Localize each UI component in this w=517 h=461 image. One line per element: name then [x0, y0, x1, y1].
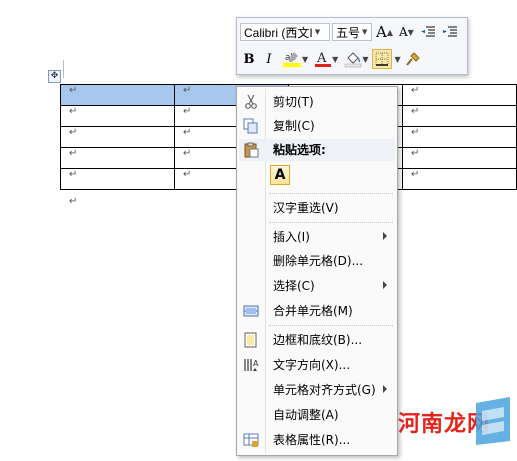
table-cell[interactable]: ↵: [402, 84, 517, 106]
table-cell[interactable]: ↵: [402, 126, 517, 148]
chevron-down-icon: ▼: [362, 54, 369, 64]
chevron-down-icon: ▼: [302, 54, 309, 64]
grow-font-button[interactable]: A ▲: [374, 22, 395, 42]
menu-separator: [269, 325, 393, 326]
chevron-down-icon[interactable]: ▼: [394, 55, 400, 64]
menu-item-reconversion[interactable]: 汉字重选(V): [239, 197, 395, 219]
paragraph-mark: ↵: [69, 196, 78, 207]
submenu-arrow-icon: [383, 281, 387, 289]
chevron-down-icon: ▼: [332, 54, 339, 64]
menu-item-label: 选择(C): [273, 279, 315, 293]
menu-item-merge-cells[interactable]: 合并单元格(M): [239, 300, 395, 322]
paste-keep-text-icon: A: [274, 167, 286, 183]
menu-item-insert[interactable]: 插入(I): [239, 226, 395, 248]
font-name-value: Calibri (西文I: [244, 25, 313, 40]
menu-item-label: 表格属性(R)...: [273, 433, 351, 447]
copy-icon: [243, 118, 259, 134]
table-cell[interactable]: ↵: [402, 147, 517, 169]
shrink-font-button[interactable]: A ▼: [397, 22, 416, 42]
menu-item-copy[interactable]: 复制(C): [239, 115, 395, 137]
menu-item-select[interactable]: 选择(C): [239, 275, 395, 297]
menu-item-text-direction[interactable]: A 文字方向(X)...: [239, 354, 395, 376]
borders-icon: [375, 52, 389, 66]
table-properties-icon: [243, 432, 259, 448]
table-cell[interactable]: ↵: [402, 105, 517, 127]
menu-separator: [269, 222, 393, 223]
increase-indent-button[interactable]: [440, 22, 460, 42]
table-cell[interactable]: ↵: [60, 168, 175, 190]
menu-item-borders-shading[interactable]: 边框和底纹(B)...: [239, 329, 395, 351]
format-painter-button[interactable]: [403, 49, 423, 69]
merge-cells-icon: [243, 303, 259, 319]
submenu-arrow-icon: [383, 232, 387, 240]
shrink-font-icon: A: [399, 25, 408, 39]
decrease-indent-button[interactable]: [418, 22, 438, 42]
menu-item-label: 粘贴选项:: [273, 143, 326, 157]
menu-item-label: 插入(I): [273, 230, 310, 244]
chevron-down-icon: ▼: [314, 28, 321, 36]
table-cell[interactable]: ↵: [402, 168, 517, 190]
paste-keep-text-button[interactable]: A: [270, 165, 290, 185]
italic-button[interactable]: I: [260, 49, 278, 69]
font-name-combo[interactable]: Calibri (西文I ▼: [240, 23, 330, 41]
shading-button[interactable]: ▼: [342, 49, 370, 69]
menu-item-cut[interactable]: 剪切(T): [239, 91, 395, 113]
menu-separator: [269, 193, 393, 194]
increase-indent-icon: [442, 26, 457, 37]
svg-text:A: A: [316, 51, 327, 66]
table-cell[interactable]: ↵: [60, 84, 175, 106]
menu-item-label: 删除单元格(D)...: [273, 254, 364, 268]
mini-toolbar: Calibri (西文I ▼ 五号 ▼ A▲ A▼ B I ab ▼ A ▼: [236, 17, 468, 75]
menu-item-cell-alignment[interactable]: 单元格对齐方式(G): [239, 379, 395, 401]
menu-item-autofit[interactable]: 自动调整(A): [239, 404, 395, 426]
menu-item-delete-cells[interactable]: 删除单元格(D)...: [239, 250, 395, 272]
format-painter-icon: [405, 52, 420, 66]
menu-item-label: 单元格对齐方式(G): [273, 383, 376, 397]
svg-text:A: A: [253, 359, 259, 368]
watermark-logo: [470, 395, 514, 447]
table-move-handle[interactable]: ✥: [48, 70, 61, 83]
table-cell[interactable]: ↵: [60, 105, 175, 127]
font-size-value: 五号: [336, 25, 361, 40]
submenu-arrow-icon: [383, 385, 387, 393]
menu-item-label: 自动调整(A): [273, 408, 339, 422]
menu-item-label: 复制(C): [273, 119, 315, 133]
borders-button[interactable]: [372, 49, 393, 69]
margin-marker: [63, 60, 64, 78]
clipboard-icon: [243, 142, 259, 158]
font-color-icon: A: [315, 51, 332, 67]
scissors-icon: [243, 94, 259, 110]
menu-item-table-properties[interactable]: 表格属性(R)...: [239, 429, 395, 451]
context-menu: 剪切(T) 复制(C) 粘贴选项: 汉字重选(V) 插入(I) 删除单元格(D)…: [236, 86, 398, 456]
text-direction-icon: A: [243, 357, 259, 373]
italic-icon: I: [266, 51, 272, 67]
menu-item-label: 汉字重选(V): [273, 201, 339, 215]
decrease-indent-icon: [420, 26, 435, 37]
bold-icon: B: [243, 51, 255, 67]
highlighter-icon: ab: [283, 52, 301, 67]
grow-font-icon: A: [376, 23, 387, 41]
menu-item-label: 合并单元格(M): [273, 304, 353, 318]
table-cell[interactable]: ↵: [60, 126, 175, 148]
highlight-button[interactable]: ab ▼: [280, 49, 310, 69]
menu-item-label: 剪切(T): [273, 95, 314, 109]
font-size-combo[interactable]: 五号 ▼: [332, 23, 372, 41]
table-cell[interactable]: ↵: [60, 147, 175, 169]
chevron-down-icon: ▼: [362, 28, 368, 36]
borders-icon: [243, 332, 259, 348]
menu-item-label: 文字方向(X)...: [273, 358, 351, 372]
bold-button[interactable]: B: [240, 49, 258, 69]
menu-header-paste-options: 粘贴选项:: [239, 139, 395, 161]
menu-item-label: 边框和底纹(B)...: [273, 333, 363, 347]
paint-bucket-icon: [345, 52, 362, 68]
font-color-button[interactable]: A ▼: [312, 49, 340, 69]
